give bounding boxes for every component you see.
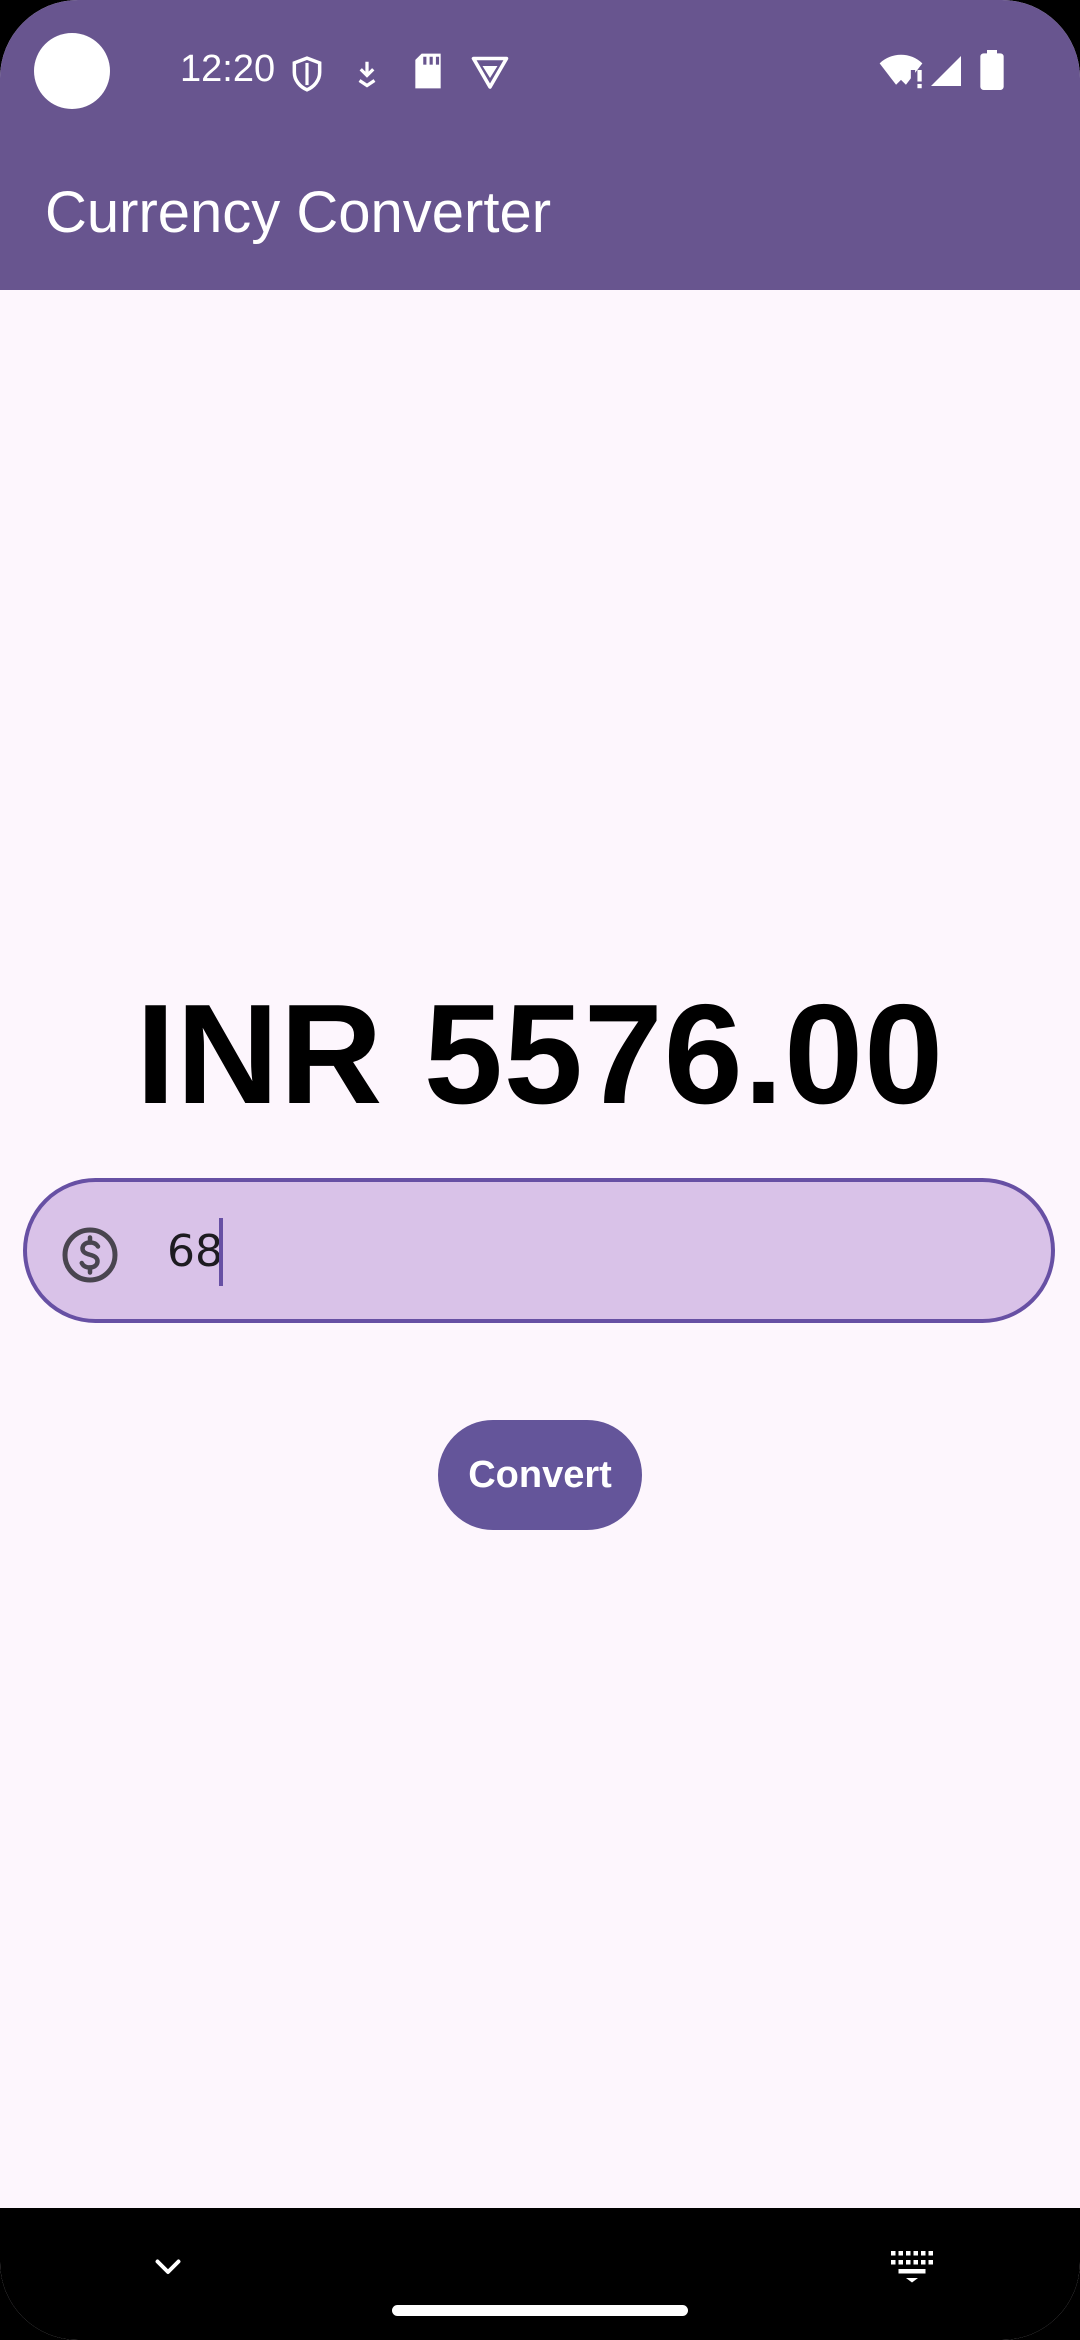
amount-input-value: 68 bbox=[167, 1226, 223, 1277]
text-cursor bbox=[219, 1218, 223, 1286]
camera-cutout bbox=[34, 33, 110, 109]
signal-icon bbox=[931, 56, 961, 86]
status-bar: 12:20 bbox=[0, 0, 1080, 140]
main-content: INR 5576.00 68 Convert bbox=[0, 290, 1080, 2208]
dollar-icon bbox=[62, 1227, 118, 1283]
conversion-result: INR 5576.00 bbox=[135, 975, 945, 1134]
app-bar: Currency Converter bbox=[0, 140, 1080, 290]
home-handle[interactable] bbox=[392, 2305, 688, 2316]
convert-button[interactable]: Convert bbox=[438, 1420, 642, 1530]
amount-input[interactable]: 68 bbox=[23, 1178, 1055, 1323]
navigation-bar bbox=[0, 2208, 1080, 2340]
download-icon bbox=[358, 61, 376, 88]
shield-icon bbox=[292, 56, 322, 92]
status-time: 12:20 bbox=[180, 48, 276, 90]
wifi-icon bbox=[879, 54, 923, 89]
battery-icon bbox=[980, 50, 1004, 90]
sd-card-icon bbox=[415, 53, 441, 89]
chevron-down-icon[interactable] bbox=[150, 2248, 186, 2284]
keyboard-icon[interactable] bbox=[888, 2248, 936, 2284]
phone-screen: 12:20 Currency Converter INR 5576.00 68 … bbox=[0, 0, 1080, 2340]
app-title: Currency Converter bbox=[45, 180, 552, 245]
vpn-icon bbox=[471, 56, 509, 89]
